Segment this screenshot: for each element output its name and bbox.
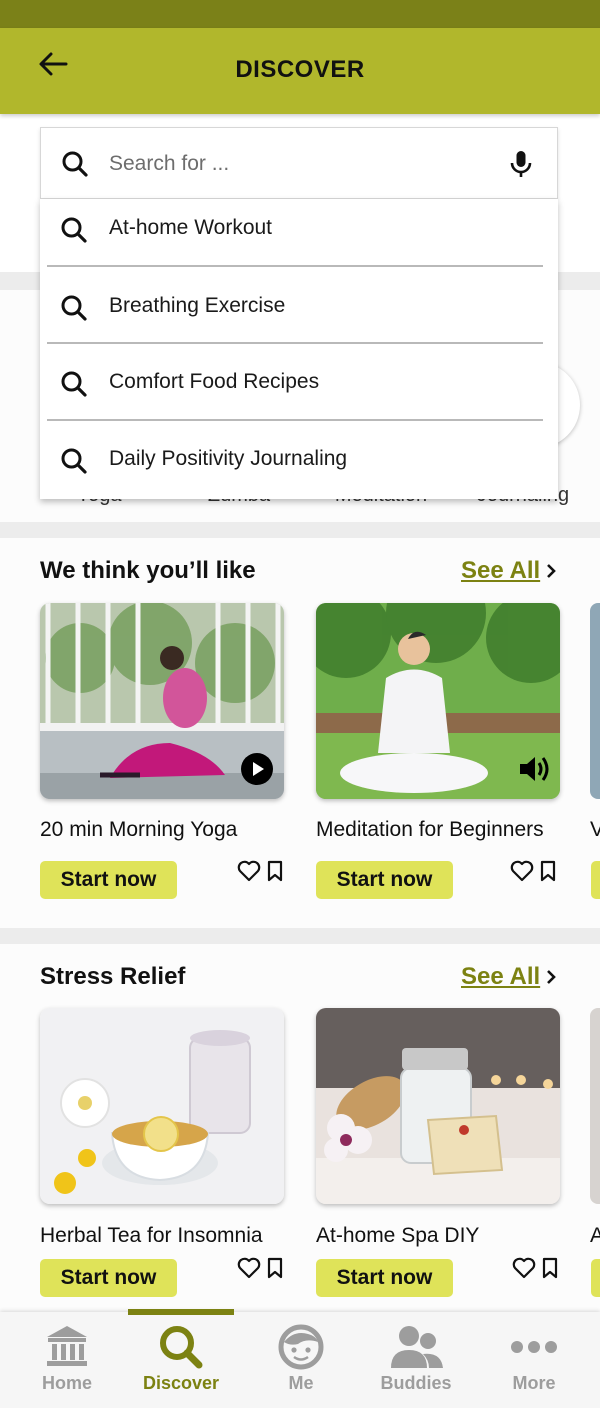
section-divider [0,522,600,538]
card-title: Meditation for Beginners [316,818,544,841]
microphone-icon [510,151,532,177]
suggestion-item[interactable]: Comfort Food Recipes [40,353,558,423]
nav-buddies[interactable]: Buddies [364,1312,468,1402]
card-actions [237,1257,287,1281]
card-actions [237,860,287,884]
divider [47,342,543,344]
see-all-link[interactable]: See All [461,557,556,585]
suggestion-label: Daily Positivity Journaling [109,447,348,470]
status-bar [0,0,600,28]
card-image-herbal-tea[interactable] [40,1008,284,1204]
chevron-right-icon [547,564,556,578]
start-now-button[interactable]: Start now [316,861,453,899]
section-title: Stress Relief [40,963,186,990]
nav-home[interactable]: Home [16,1312,118,1402]
card-title-peek: V [590,818,600,841]
start-now-button[interactable]: Start now [40,1259,177,1297]
search-bar [40,127,558,199]
search-icon [61,150,89,183]
volume-icon[interactable] [518,753,552,785]
search-icon [60,447,88,480]
card-image-meditation[interactable] [316,603,560,799]
card-image-spa[interactable] [316,1008,560,1204]
nav-discover[interactable]: Discover [128,1312,234,1402]
section-title: We think you’ll like [40,557,256,584]
heart-icon[interactable] [510,860,534,887]
more-dots-icon [510,1340,558,1359]
suggestion-label: Breathing Exercise [109,294,286,317]
chevron-right-icon [547,970,556,984]
start-button-peek[interactable] [591,861,600,899]
card-title: 20 min Morning Yoga [40,818,238,841]
see-all-label: See All [461,557,541,584]
suggestion-label: At-home Workout [109,216,273,239]
nav-label: Me [288,1373,314,1393]
suggestion-item[interactable]: At-home Workout [40,199,558,269]
heart-icon[interactable] [237,1257,261,1284]
next-card-peek[interactable] [590,1008,600,1204]
search-suggestions: At-home Workout Breathing Exercise Comfo… [40,199,558,499]
divider [47,265,543,267]
nav-me[interactable]: Me [250,1312,352,1402]
search-icon [158,1324,204,1375]
face-icon [278,1324,324,1375]
start-now-button[interactable]: Start now [316,1259,453,1297]
bookmark-icon[interactable] [542,1257,558,1284]
microphone-button[interactable] [505,148,537,180]
see-all-label: See All [461,963,541,990]
heart-icon[interactable] [512,1257,536,1284]
page-title: DISCOVER [235,56,365,83]
nav-label: More [512,1373,556,1393]
bottom-nav: Home Discover Me Buddies More [0,1312,600,1408]
suggestion-label: Comfort Food Recipes [109,370,320,393]
suggestion-item[interactable]: Daily Positivity Journaling [40,430,558,500]
bookmark-icon[interactable] [540,860,556,887]
card-actions [512,1257,562,1281]
heart-icon[interactable] [237,860,261,887]
app-header: DISCOVER [0,28,600,114]
divider [47,419,543,421]
search-icon [60,294,88,327]
bank-icon [44,1324,90,1373]
card-title-peek: A [590,1224,600,1247]
nav-label: Discover [142,1373,220,1393]
see-all-link[interactable]: See All [461,963,556,991]
search-icon [60,216,88,249]
card-actions [510,860,560,884]
play-icon[interactable] [241,753,273,785]
search-icon [60,370,88,403]
nav-label: Buddies [380,1373,452,1393]
nav-more[interactable]: More [484,1312,584,1402]
suggestion-item[interactable]: Breathing Exercise [40,277,558,347]
bookmark-icon[interactable] [267,1257,283,1284]
section-divider [0,928,600,944]
start-now-button[interactable]: Start now [40,861,177,899]
start-button-peek[interactable] [591,1259,600,1297]
card-image-yoga[interactable] [40,603,284,799]
card-title: Herbal Tea for Insomnia [40,1224,263,1247]
active-tab-indicator [128,1309,234,1315]
search-input[interactable] [109,146,489,182]
card-title: At-home Spa DIY [316,1224,480,1247]
bookmark-icon[interactable] [267,860,283,887]
next-card-peek[interactable] [590,603,600,799]
nav-label: Home [41,1373,93,1393]
people-icon [387,1324,445,1375]
